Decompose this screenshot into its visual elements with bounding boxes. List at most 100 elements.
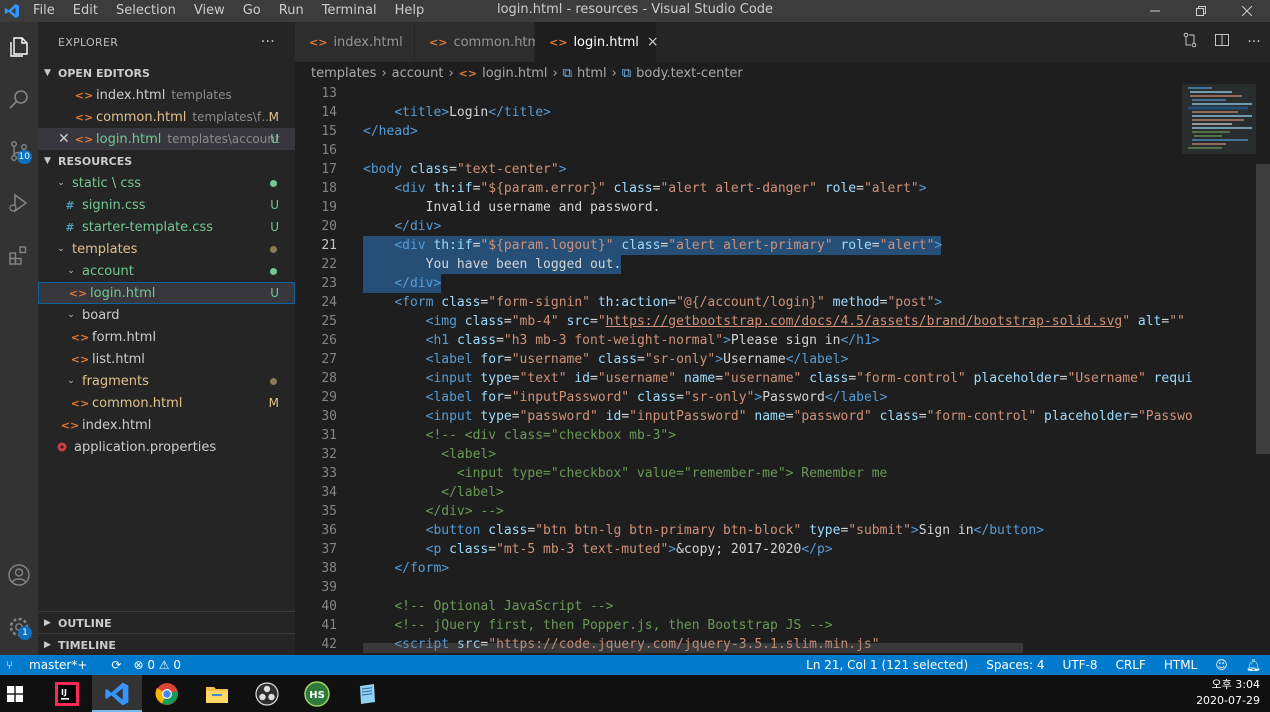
tab-index-html[interactable]: <> index.html <box>295 22 415 62</box>
close-icon[interactable]: ✕ <box>58 131 76 147</box>
tree-file-application-properties[interactable]: application.properties <box>38 436 295 458</box>
code-editor[interactable]: 13 14 <title>Login</title> 15 </head> 16 … <box>295 84 1270 655</box>
open-editor-item-active[interactable]: ✕ <> login.html templates\account U <box>38 128 295 150</box>
open-changes-icon[interactable] <box>1174 32 1206 52</box>
tree-folder-static-css[interactable]: ⌄ static \ css <box>38 172 295 194</box>
breadcrumb-account[interactable]: account <box>392 66 444 81</box>
resources-header[interactable]: ▼ RESOURCES <box>38 150 295 172</box>
minimap[interactable] <box>1182 84 1256 655</box>
menu-help[interactable]: Help <box>386 0 434 22</box>
vscode-taskbar-icon[interactable] <box>92 675 142 712</box>
breadcrumb-file[interactable]: login.html <box>482 66 547 81</box>
tree-folder-account[interactable]: ⌄ account <box>38 260 295 282</box>
source-control-icon[interactable]: 10 <box>0 132 38 170</box>
encoding[interactable]: UTF-8 <box>1063 658 1098 672</box>
open-editor-item[interactable]: <> index.html templates <box>38 84 295 106</box>
tree-item-label: list.html <box>92 351 145 367</box>
open-editors-header[interactable]: ▼ OPEN EDITORS <box>38 62 295 84</box>
chevron-down-icon: ⌄ <box>57 178 65 188</box>
end-of-line[interactable]: CRLF <box>1116 658 1146 672</box>
system-clock[interactable]: 오후 3:04 2020-07-29 <box>1196 677 1260 709</box>
chrome-taskbar-icon[interactable] <box>142 675 192 712</box>
line-text: Invalid username and password. <box>363 200 661 215</box>
notifications-bell-icon[interactable]: 🔔︎ <box>1246 658 1261 672</box>
explorer-icon[interactable] <box>0 28 38 66</box>
chevron-right-icon: › <box>381 65 387 81</box>
cursor-position[interactable]: Ln 21, Col 1 (121 selected) <box>806 658 968 672</box>
breadcrumb: templates › account › <> login.html › ⧉ … <box>295 62 1270 84</box>
line-number: 13 <box>321 86 337 101</box>
line-number: 33 <box>321 466 337 481</box>
line-number: 39 <box>321 580 337 595</box>
tab-label: login.html <box>573 34 639 50</box>
menu-file[interactable]: File <box>24 0 64 22</box>
horizontal-scrollbar[interactable] <box>363 643 1023 653</box>
code-line: 15 </head> <box>295 122 1270 141</box>
account-icon[interactable] <box>0 556 38 594</box>
clock-time: 오후 3:04 <box>1211 678 1260 691</box>
tab-login-html[interactable]: <> login.html × <box>535 22 659 62</box>
windows-start-icon[interactable] <box>0 675 30 712</box>
line-number: 37 <box>321 542 337 557</box>
menu-go[interactable]: Go <box>234 0 270 22</box>
tree-file-index-html[interactable]: <> index.html <box>38 414 295 436</box>
menu-run[interactable]: Run <box>270 0 313 22</box>
outline-header[interactable]: ▶ OUTLINE <box>38 612 295 634</box>
tree-folder-templates[interactable]: ⌄ templates <box>38 238 295 260</box>
file-explorer-taskbar-icon[interactable] <box>192 675 242 712</box>
code-line-selected: 23 </div> <box>295 274 1270 293</box>
element-symbol-icon: ⧉ <box>562 65 573 81</box>
menu-selection[interactable]: Selection <box>107 0 185 22</box>
feedback-icon[interactable]: ☺ <box>1215 658 1228 672</box>
line-number: 23 <box>321 276 337 291</box>
search-icon[interactable] <box>0 80 38 118</box>
clock-date: 2020-07-29 <box>1196 694 1260 707</box>
close-window-button[interactable] <box>1224 0 1270 22</box>
tree-item-label: board <box>82 307 120 323</box>
vertical-scrollbar[interactable] <box>1256 164 1270 454</box>
intellij-taskbar-icon[interactable]: IJ <box>42 675 92 712</box>
tree-file-form-html[interactable]: <> form.html <box>38 326 295 348</box>
breadcrumb-templates[interactable]: templates <box>311 66 376 81</box>
obs-taskbar-icon[interactable] <box>242 675 292 712</box>
tree-folder-fragments[interactable]: ⌄ fragments <box>38 370 295 392</box>
extensions-icon[interactable] <box>0 236 38 274</box>
notepad-taskbar-icon[interactable] <box>342 675 392 712</box>
open-editor-item[interactable]: <> common.html templates\fra... M <box>38 106 295 128</box>
hs-app-taskbar-icon[interactable]: HS <box>292 675 342 712</box>
split-editor-icon[interactable] <box>1206 32 1238 52</box>
minimize-button[interactable] <box>1132 0 1178 22</box>
restore-button[interactable] <box>1178 0 1224 22</box>
language-mode[interactable]: HTML <box>1164 658 1197 672</box>
tree-file-signin-css[interactable]: # signin.css U <box>38 194 295 216</box>
tree-file-login-html[interactable]: <> login.html U <box>38 282 295 304</box>
tab-close-icon[interactable]: × <box>647 34 659 50</box>
timeline-section: ▶ TIMELINE <box>38 633 295 656</box>
menu-terminal[interactable]: Terminal <box>313 0 386 22</box>
timeline-label: TIMELINE <box>58 638 116 652</box>
line-number: 38 <box>321 561 337 576</box>
outline-section: ▶ OUTLINE <box>38 611 295 634</box>
line-number: 18 <box>321 181 337 196</box>
css-file-icon: # <box>65 220 75 234</box>
tree-item-label: form.html <box>92 329 157 345</box>
tab-common-html[interactable]: <> common.html <box>415 22 544 62</box>
tree-file-list-html[interactable]: <> list.html <box>38 348 295 370</box>
settings-gear-icon[interactable]: 1 <box>0 608 38 646</box>
tree-item-label: common.html <box>92 395 183 411</box>
sync-icon[interactable]: ⟳ <box>111 658 121 672</box>
breadcrumb-body[interactable]: body.text-center <box>636 66 743 81</box>
git-branch-item[interactable]: ⑂ master*+ <box>6 658 99 672</box>
tree-file-starter-template-css[interactable]: # starter-template.css U <box>38 216 295 238</box>
menu-view[interactable]: View <box>185 0 234 22</box>
timeline-header[interactable]: ▶ TIMELINE <box>38 634 295 656</box>
explorer-more-actions-button[interactable]: ··· <box>261 34 275 50</box>
more-actions-icon[interactable]: ··· <box>1238 34 1270 50</box>
breadcrumb-html[interactable]: html <box>577 66 607 81</box>
indentation[interactable]: Spaces: 4 <box>986 658 1044 672</box>
menu-edit[interactable]: Edit <box>64 0 107 22</box>
tree-folder-board[interactable]: ⌄ board <box>38 304 295 326</box>
problems-item[interactable]: ⊗ 0 ⚠ 0 <box>133 658 181 672</box>
tree-file-common-html[interactable]: <> common.html M <box>38 392 295 414</box>
run-debug-icon[interactable] <box>0 184 38 222</box>
